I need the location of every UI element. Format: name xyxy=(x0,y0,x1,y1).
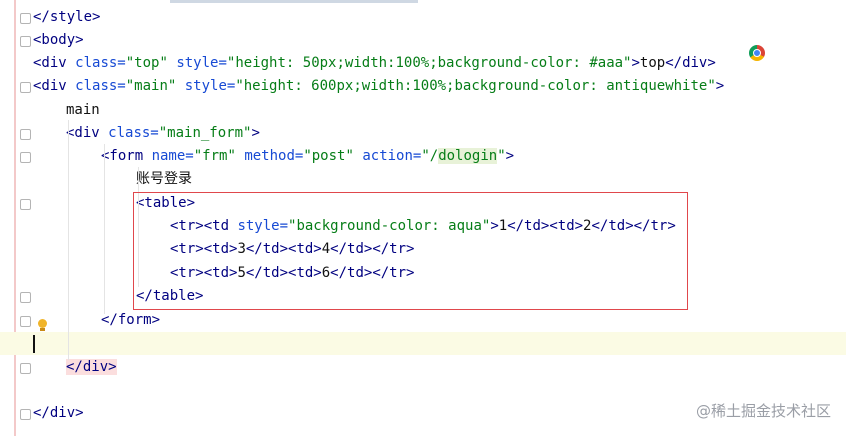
code-token: <form xyxy=(101,148,152,164)
code-token: "/ xyxy=(421,148,439,164)
code-token: "top" xyxy=(125,55,168,71)
code-token: name= xyxy=(151,148,194,164)
code-line[interactable]: <body> xyxy=(0,29,846,52)
code-token: top xyxy=(639,55,666,71)
fold-marker-icon[interactable] xyxy=(20,129,31,140)
chrome-icon[interactable] xyxy=(749,45,765,61)
code-text: <form name="frm" method="post" action="/… xyxy=(101,145,514,168)
code-token: <body> xyxy=(33,32,84,48)
code-token: class= xyxy=(108,125,159,141)
code-text: </style> xyxy=(33,6,100,29)
code-token: </div> xyxy=(66,359,117,375)
fold-marker-icon[interactable] xyxy=(20,36,31,47)
fold-marker-icon[interactable] xyxy=(20,82,31,93)
fold-marker-icon[interactable] xyxy=(20,363,31,374)
code-token: "frm" xyxy=(193,148,236,164)
code-token: > xyxy=(505,148,515,164)
fold-marker-icon[interactable] xyxy=(20,292,31,303)
code-token: "main" xyxy=(125,78,177,94)
code-text: <div class="main_form"> xyxy=(66,122,260,145)
code-token: "main_form" xyxy=(158,125,252,141)
code-token: main xyxy=(66,102,100,118)
code-line[interactable] xyxy=(0,379,846,402)
code-line[interactable]: <form name="frm" method="post" action="/… xyxy=(0,145,846,168)
code-token: <div xyxy=(33,55,76,71)
bulb-icon[interactable] xyxy=(38,319,47,331)
code-token: dologin xyxy=(438,148,498,164)
fold-marker-icon[interactable] xyxy=(20,409,31,420)
code-token: method= xyxy=(235,148,304,164)
code-token: > xyxy=(631,55,640,71)
code-text: </form> xyxy=(101,309,160,332)
fold-marker-icon[interactable] xyxy=(20,152,31,163)
code-token: > xyxy=(715,78,725,94)
code-text: main xyxy=(66,99,100,122)
code-line[interactable]: </div> xyxy=(0,356,846,379)
code-text: </div> xyxy=(33,402,84,425)
code-line[interactable]: main xyxy=(0,99,846,122)
code-text: </div> xyxy=(66,356,117,379)
code-token: class= xyxy=(75,55,126,71)
code-token: <div xyxy=(33,78,76,94)
code-token: " xyxy=(497,148,506,164)
code-token: "height: 600px;width:100%;background-col… xyxy=(235,78,716,94)
text-cursor xyxy=(33,335,35,353)
code-token: </div> xyxy=(665,55,716,71)
code-token: class= xyxy=(75,78,126,94)
fold-marker-icon[interactable] xyxy=(20,199,31,210)
code-text: <body> xyxy=(33,29,84,52)
code-text: <div class="main" style="height: 600px;w… xyxy=(33,75,724,98)
code-line[interactable]: </form> xyxy=(0,309,846,332)
code-token: style= xyxy=(167,55,227,71)
code-line[interactable]: <div class="main_form"> xyxy=(0,122,846,145)
code-token: </div> xyxy=(33,405,84,421)
code-line[interactable]: 账号登录 xyxy=(0,168,846,191)
code-text: 账号登录 xyxy=(136,168,192,191)
code-token: <div xyxy=(66,125,109,141)
code-token: "post" xyxy=(303,148,354,164)
code-line[interactable] xyxy=(0,332,846,355)
fold-marker-icon[interactable] xyxy=(20,13,31,24)
code-token: </form> xyxy=(101,312,161,328)
code-token: </style> xyxy=(33,9,101,25)
code-token: action= xyxy=(353,148,422,164)
code-token: "height: 50px;width:100%;background-colo… xyxy=(226,55,632,71)
code-token: 账号登录 xyxy=(136,171,192,187)
fold-marker-icon[interactable] xyxy=(20,316,31,327)
code-token: > xyxy=(251,125,260,141)
code-line[interactable]: </style> xyxy=(0,6,846,29)
code-line[interactable]: <div class="top" style="height: 50px;wid… xyxy=(0,52,846,75)
indent-guide xyxy=(68,120,69,360)
table-highlight-box xyxy=(133,192,688,310)
indent-guide xyxy=(104,144,105,314)
watermark: @稀土掘金技术社区 xyxy=(695,402,831,420)
code-line[interactable]: <div class="main" style="height: 600px;w… xyxy=(0,75,846,98)
code-text: <div class="top" style="height: 50px;wid… xyxy=(33,52,716,75)
scroll-indicator xyxy=(170,0,418,3)
code-token: style= xyxy=(176,78,236,94)
